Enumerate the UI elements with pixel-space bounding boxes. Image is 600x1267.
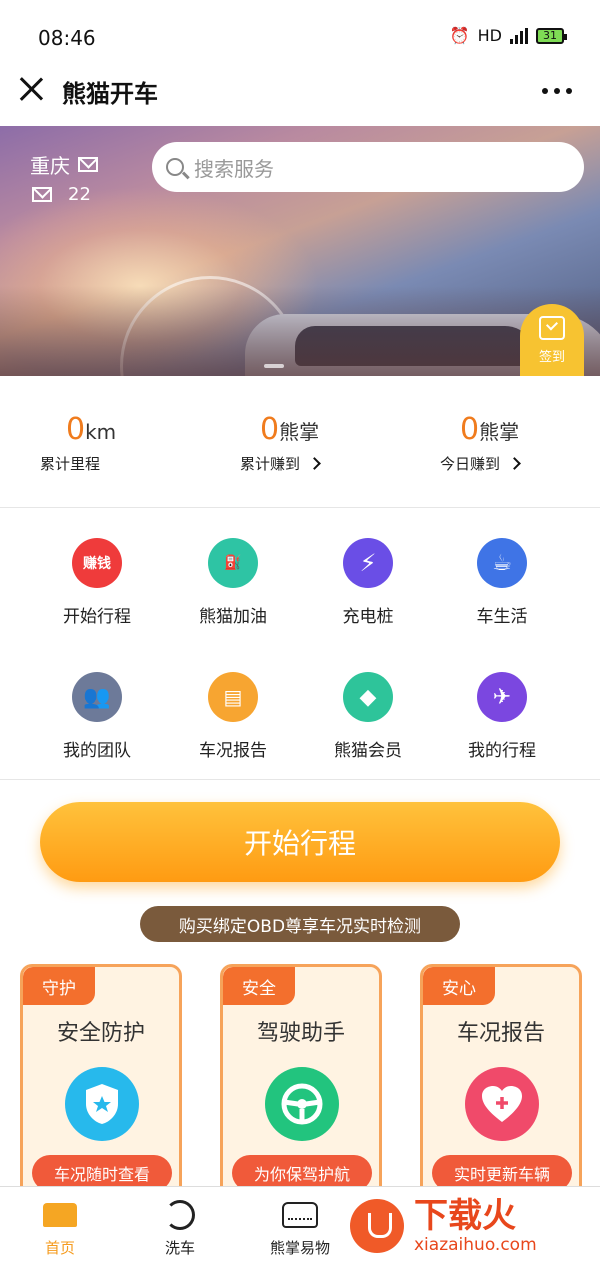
stat-mileage: 0km 累计里程 xyxy=(40,412,240,474)
obd-promo-banner[interactable]: 购买绑定OBD尊享车况实时检测 xyxy=(140,906,460,942)
grid-item-label: 我的团队 xyxy=(63,741,131,761)
airplane-icon: ✈ xyxy=(477,672,527,722)
calendar-check-icon xyxy=(539,316,565,340)
watermark-logo-icon xyxy=(350,1199,404,1253)
home-icon xyxy=(43,1203,77,1227)
signal-icon xyxy=(510,27,528,44)
stat-unit: 熊掌 xyxy=(479,420,520,444)
title-bar: 熊猫开车 xyxy=(0,64,600,120)
grid-item-label: 熊猫加油 xyxy=(199,607,267,627)
watermark-title: 下载火 xyxy=(414,1196,516,1236)
nav-label: 熊掌易物 xyxy=(269,1239,330,1257)
message-indicator[interactable]: 22 xyxy=(32,184,91,205)
carousel-indicator xyxy=(264,364,284,368)
status-bar: 08:46 ⏰ HD 31 xyxy=(0,0,600,72)
grid-item-label: 车生活 xyxy=(476,607,528,627)
card-tag: 安心 xyxy=(423,967,495,1005)
grid-item-fuel[interactable]: ⛽ 熊猫加油 xyxy=(158,538,308,627)
card-tag: 守护 xyxy=(23,967,95,1005)
stat-label: 累计赚到 xyxy=(240,455,301,473)
stat-label: 累计里程 xyxy=(40,455,101,473)
shield-icon xyxy=(65,1067,139,1141)
status-icons: ⏰ HD 31 xyxy=(449,26,567,45)
card-title: 驾驶助手 xyxy=(256,1021,345,1046)
grid-item-label: 我的行程 xyxy=(468,741,536,761)
stat-total-earned[interactable]: 0熊掌 累计赚到 xyxy=(240,412,440,474)
lightning-icon: ⚡ xyxy=(343,538,393,588)
earn-money-icon: 赚钱 xyxy=(72,538,122,588)
team-icon: 👥 xyxy=(72,672,122,722)
coffee-cup-icon: ☕ xyxy=(477,538,527,588)
stat-value: 0 xyxy=(66,412,86,447)
report-icon: ▤ xyxy=(208,672,258,722)
heart-plus-icon xyxy=(465,1067,539,1141)
feature-card-driving[interactable]: 安全 驾驶助手 为你保驾护航 xyxy=(220,964,382,1204)
watermark-url: xiazaihuo.com xyxy=(414,1235,537,1255)
service-grid: 赚钱 开始行程 ⛽ 熊猫加油 ⚡ 充电桩 ☕ 车生活 👥 我的团队 ▤ 车况报告… xyxy=(0,510,600,780)
grid-item-label: 开始行程 xyxy=(63,607,131,627)
message-count: 22 xyxy=(68,184,91,205)
stat-value: 0 xyxy=(460,412,480,447)
grid-item-start-trip[interactable]: 赚钱 开始行程 xyxy=(22,538,172,627)
battery-level: 31 xyxy=(543,29,557,42)
search-placeholder: 搜索服务 xyxy=(194,156,274,181)
grid-item-car-life[interactable]: ☕ 车生活 xyxy=(427,538,577,627)
envelope-icon xyxy=(78,157,98,172)
grid-item-my-trips[interactable]: ✈ 我的行程 xyxy=(427,672,577,761)
clock: 08:46 xyxy=(38,26,96,50)
signin-label: 签到 xyxy=(538,350,565,365)
grid-item-charging[interactable]: ⚡ 充电桩 xyxy=(293,538,443,627)
stat-today-earned[interactable]: 0熊掌 今日赚到 xyxy=(440,412,600,474)
signin-button[interactable]: 签到 xyxy=(520,304,584,376)
feature-card-safety[interactable]: 守护 安全防护 车况随时查看 xyxy=(20,964,182,1204)
grid-item-member[interactable]: ◆ 熊猫会员 xyxy=(293,672,443,761)
nav-home[interactable]: 首页 xyxy=(0,1199,120,1258)
stats-row: 0km 累计里程 0熊掌 累计赚到 0熊掌 今日赚到 xyxy=(0,376,600,508)
chevron-right-icon xyxy=(308,457,321,470)
nav-label: 首页 xyxy=(44,1239,75,1257)
grid-item-label: 车况报告 xyxy=(199,741,267,761)
chevron-right-icon xyxy=(508,457,521,470)
card-title: 车况报告 xyxy=(456,1021,545,1046)
feature-card-report[interactable]: 安心 车况报告 实时更新车辆 xyxy=(420,964,582,1204)
stat-value: 0 xyxy=(260,412,280,447)
watermark: 下载火 xiazaihuo.com xyxy=(350,1190,600,1262)
more-menu-icon[interactable] xyxy=(542,88,572,94)
mail-icon xyxy=(32,187,52,202)
network-label: HD xyxy=(477,26,502,45)
grid-item-label: 充电桩 xyxy=(342,607,394,627)
stat-unit: km xyxy=(85,420,117,444)
grid-item-team[interactable]: 👥 我的团队 xyxy=(22,672,172,761)
car-wash-icon xyxy=(165,1200,195,1230)
nav-car-wash[interactable]: 洗车 xyxy=(120,1199,240,1258)
close-icon[interactable] xyxy=(18,76,44,102)
stat-label: 今日赚到 xyxy=(440,455,501,473)
nav-label: 洗车 xyxy=(164,1239,195,1257)
card-tag: 安全 xyxy=(223,967,295,1005)
alarm-icon: ⏰ xyxy=(449,26,470,45)
search-icon xyxy=(166,158,184,176)
search-input[interactable]: 搜索服务 xyxy=(152,142,584,192)
city-name: 重庆 xyxy=(30,154,70,178)
steering-wheel-icon xyxy=(265,1067,339,1141)
car-shop-icon xyxy=(282,1202,318,1228)
diamond-icon: ◆ xyxy=(343,672,393,722)
nav-shop[interactable]: 熊掌易物 xyxy=(240,1199,360,1258)
grid-item-label: 熊猫会员 xyxy=(334,741,402,761)
city-selector[interactable]: 重庆 xyxy=(30,150,98,179)
stat-unit: 熊掌 xyxy=(279,420,320,444)
page-title: 熊猫开车 xyxy=(62,80,158,108)
fuel-pump-icon: ⛽ xyxy=(208,538,258,588)
card-title: 安全防护 xyxy=(56,1021,145,1046)
start-trip-button[interactable]: 开始行程 xyxy=(40,802,560,882)
grid-item-report[interactable]: ▤ 车况报告 xyxy=(158,672,308,761)
icon-text: 赚钱 xyxy=(83,556,111,572)
battery-icon: 31 xyxy=(536,27,567,44)
